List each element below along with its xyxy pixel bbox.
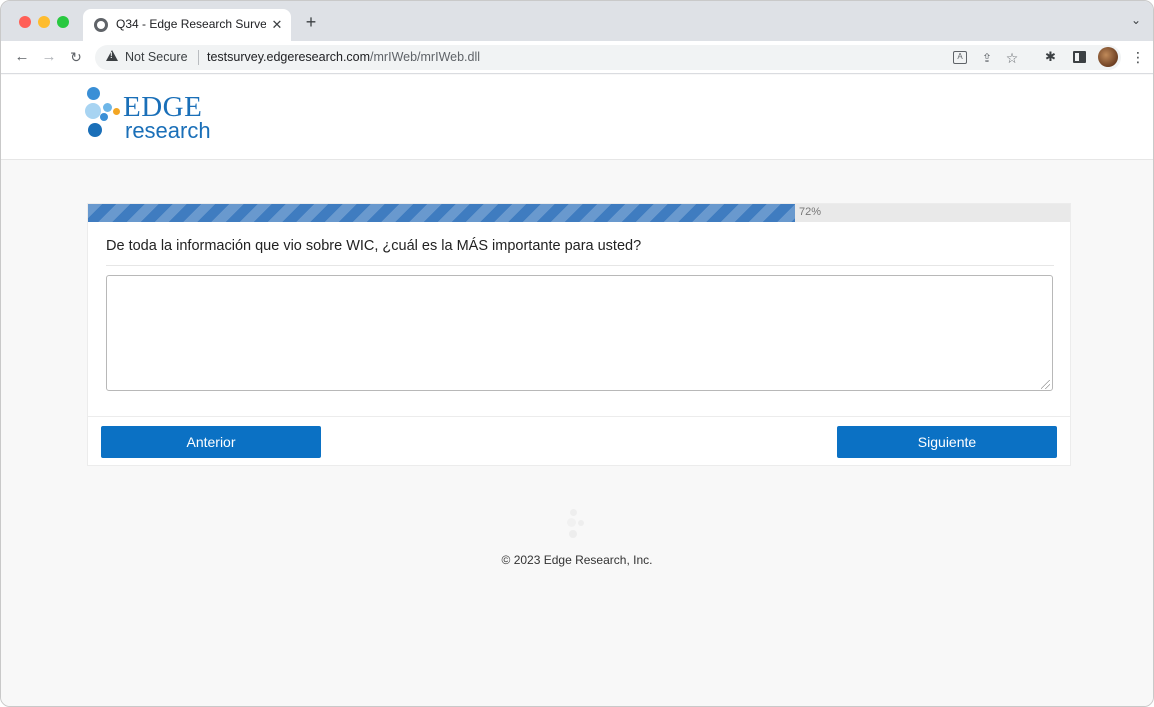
tab-title: Q34 - Edge Research Survey [116, 17, 266, 31]
browser-toolbar: ← → ↻ Not Secure testsurvey.edgeresearch… [1, 41, 1153, 74]
answer-textarea[interactable] [106, 275, 1053, 391]
footer-logo-dot [578, 520, 584, 526]
question-divider [106, 265, 1054, 266]
minimize-window-button[interactable] [38, 16, 50, 28]
reload-icon[interactable]: ↻ [67, 48, 85, 66]
url-host: testsurvey.edgeresearch.com [207, 50, 371, 64]
url-path: /mrIWeb/mrIWeb.dll [370, 50, 481, 64]
warning-icon[interactable] [106, 50, 118, 61]
footer-logo-dot [567, 518, 576, 527]
edge-research-logo: EDGE research [83, 83, 233, 153]
extension-icon[interactable]: ✱ [1045, 49, 1056, 65]
survey-card: 72% De toda la información que vio sobre… [87, 203, 1071, 466]
page-content: EDGE research 72% De toda la información… [1, 75, 1153, 706]
back-arrow-icon[interactable]: ← [13, 48, 31, 66]
logo-dot [85, 103, 101, 119]
progress-bar: 72% [88, 204, 1070, 222]
star-icon[interactable]: ☆ [1005, 51, 1019, 65]
logo-dot [87, 87, 100, 100]
menu-icon[interactable]: ⋮ [1131, 49, 1145, 66]
url-text[interactable]: testsurvey.edgeresearch.com/mrIWeb/mrIWe… [207, 50, 480, 64]
progress-label: 72% [799, 206, 822, 218]
globe-icon [94, 18, 108, 32]
resize-grip-icon[interactable] [1041, 380, 1050, 389]
security-label[interactable]: Not Secure [125, 50, 188, 64]
browser-window: Q34 - Edge Research Survey ✕ + ⌄ ← → ↻ N… [0, 0, 1154, 707]
tab-strip: Q34 - Edge Research Survey ✕ + ⌄ [1, 1, 1153, 41]
address-separator [198, 50, 199, 65]
logo-dot [88, 123, 102, 137]
logo-subtitle: research [125, 118, 211, 143]
side-panel-icon[interactable] [1073, 51, 1086, 63]
tab-close-icon[interactable]: ✕ [269, 15, 285, 35]
logo-dot [113, 108, 120, 115]
close-window-button[interactable] [19, 16, 31, 28]
translate-icon[interactable]: A [953, 51, 967, 64]
new-tab-button[interactable]: + [301, 13, 321, 33]
footer-logo-dot [569, 530, 577, 538]
logo-dot [100, 113, 108, 121]
copyright-text: © 2023 Edge Research, Inc. [501, 553, 653, 567]
previous-button[interactable]: Anterior [101, 426, 321, 458]
next-button[interactable]: Siguiente [837, 426, 1057, 458]
forward-arrow-icon[interactable]: → [40, 48, 58, 66]
footer-logo-dot [570, 509, 577, 516]
active-tab[interactable]: Q34 - Edge Research Survey ✕ [83, 9, 291, 41]
footer-logo-icon [564, 507, 588, 543]
zoom-window-button[interactable] [57, 16, 69, 28]
address-bar[interactable]: Not Secure testsurvey.edgeresearch.com/m… [95, 45, 1121, 70]
logo-dot [103, 103, 112, 112]
site-header: EDGE research [1, 75, 1153, 160]
profile-avatar[interactable] [1098, 47, 1118, 67]
share-icon[interactable]: ⇪ [980, 51, 994, 65]
button-divider [88, 416, 1070, 417]
question-text: De toda la información que vio sobre WIC… [106, 238, 642, 254]
progress-fill [88, 204, 796, 222]
tab-list-chevron-icon[interactable]: ⌄ [1131, 13, 1141, 27]
